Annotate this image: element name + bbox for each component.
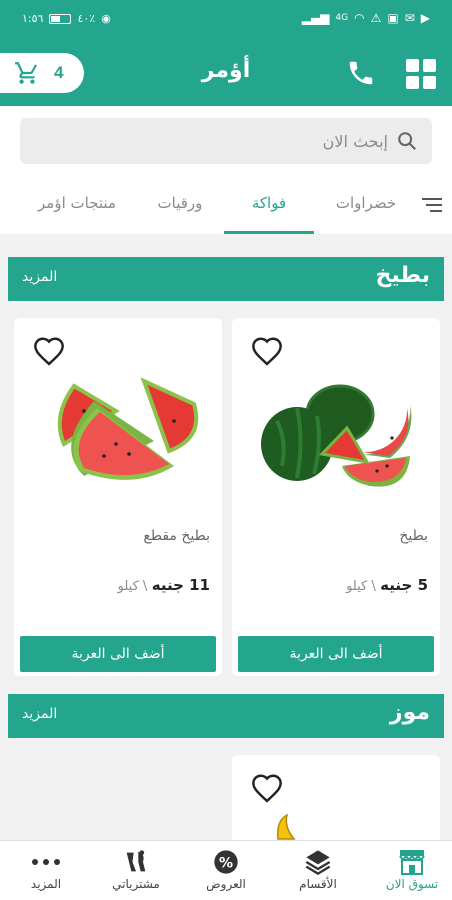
search-and-tabs: خضراوات فواكة ورقيات منتجات اؤمر <box>0 106 452 234</box>
signal-icon: ▂▄▆ <box>301 11 330 25</box>
more-link[interactable]: المزيد <box>22 706 57 722</box>
search-icon <box>398 132 417 151</box>
battery-icon <box>49 13 72 24</box>
purchases-icon <box>126 850 146 872</box>
product-name: بطيخ <box>399 528 428 544</box>
add-to-cart-button[interactable]: أضف الى العربة <box>238 636 434 672</box>
nav-label: تسوق الان <box>385 877 439 891</box>
product-card[interactable]: بطيخ 5 جنيه \ كيلو أضف الى العربة <box>232 318 440 676</box>
heart-icon[interactable] <box>32 336 66 366</box>
whole-watermelon-icon <box>261 384 412 487</box>
sliced-watermelon-icon <box>57 377 199 480</box>
section-title: بطيخ <box>375 263 430 288</box>
filter-menu-icon[interactable] <box>422 198 442 216</box>
heart-icon[interactable] <box>250 773 284 803</box>
layers-icon <box>305 850 331 876</box>
tab-leafy[interactable]: ورقيات <box>138 194 222 234</box>
nav-categories[interactable]: الأقسام <box>274 847 362 891</box>
app-title: أؤمر <box>201 58 251 83</box>
store-icon <box>399 850 425 875</box>
status-time: ١:٥٦ <box>22 12 44 25</box>
section-header-banana: موز المزيد <box>8 694 444 738</box>
nav-shop-now[interactable]: تسوق الان <box>368 847 452 891</box>
percent-badge-icon: % <box>214 850 238 874</box>
nav-more[interactable]: المزيد <box>2 847 90 891</box>
search-input[interactable] <box>48 118 388 164</box>
nav-label: الأقسام <box>299 877 337 891</box>
nav-label: المزيد <box>30 877 62 891</box>
nav-purchases[interactable]: مشترياتي <box>92 847 180 891</box>
nav-label: العروض <box>206 877 246 891</box>
more-link[interactable]: المزيد <box>22 269 57 285</box>
app-header: 4 أؤمر <box>0 38 452 106</box>
wifi-icon: ◠ <box>354 11 365 25</box>
price-unit: \ كيلو <box>346 579 376 594</box>
add-to-cart-button[interactable]: أضف الى العربة <box>20 636 216 672</box>
more-dots-icon <box>32 859 60 865</box>
gallery-icon: ▣ <box>387 11 399 25</box>
tab-oamr-products[interactable]: منتجات اؤمر <box>18 194 136 234</box>
bottom-navigation: تسوق الان الأقسام % العروض مشترياتي المز… <box>0 840 452 900</box>
svg-text:%: % <box>219 855 233 871</box>
heart-icon[interactable] <box>250 336 284 366</box>
price-unit: \ كيلو <box>117 579 148 594</box>
phone-icon[interactable] <box>346 58 376 88</box>
product-card[interactable]: بطيخ مقطع 11 جنيه \ كيلو أضف الى العربة <box>14 318 222 676</box>
warning-icon: ⚠ <box>370 11 382 25</box>
mail-icon: ✉ <box>404 11 415 25</box>
eye-comfort-icon: ◉ <box>101 12 111 25</box>
product-card[interactable] <box>232 755 440 845</box>
tab-vegetables[interactable]: خضراوات <box>322 194 410 234</box>
grid-menu-icon[interactable] <box>406 59 436 89</box>
product-price: 11 جنيه \ كيلو <box>118 576 210 594</box>
section-header-watermelon: بطيخ المزيد <box>8 257 444 301</box>
product-price: 5 جنيه \ كيلو <box>346 576 428 594</box>
active-tab-indicator <box>224 231 314 234</box>
banana-icon <box>276 813 296 840</box>
section-title: موز <box>389 700 430 725</box>
price-value: 11 جنيه <box>151 576 210 594</box>
status-bar: ١:٥٦ ٤٠٪ ◉ ▂▄▆ 4G ◠ ⚠ ▣ ✉ ▶ <box>0 0 452 38</box>
product-name: بطيخ مقطع <box>143 528 210 544</box>
youtube-icon: ▶ <box>420 11 430 25</box>
search-box[interactable] <box>20 118 432 164</box>
nav-label: مشترياتي <box>112 877 160 891</box>
price-value: 5 جنيه <box>380 576 428 594</box>
nav-offers[interactable]: % العروض <box>182 847 270 891</box>
network-type: 4G <box>335 13 349 23</box>
battery-percent: ٤٠٪ <box>77 12 96 25</box>
tab-fruits[interactable]: فواكة <box>224 194 314 234</box>
